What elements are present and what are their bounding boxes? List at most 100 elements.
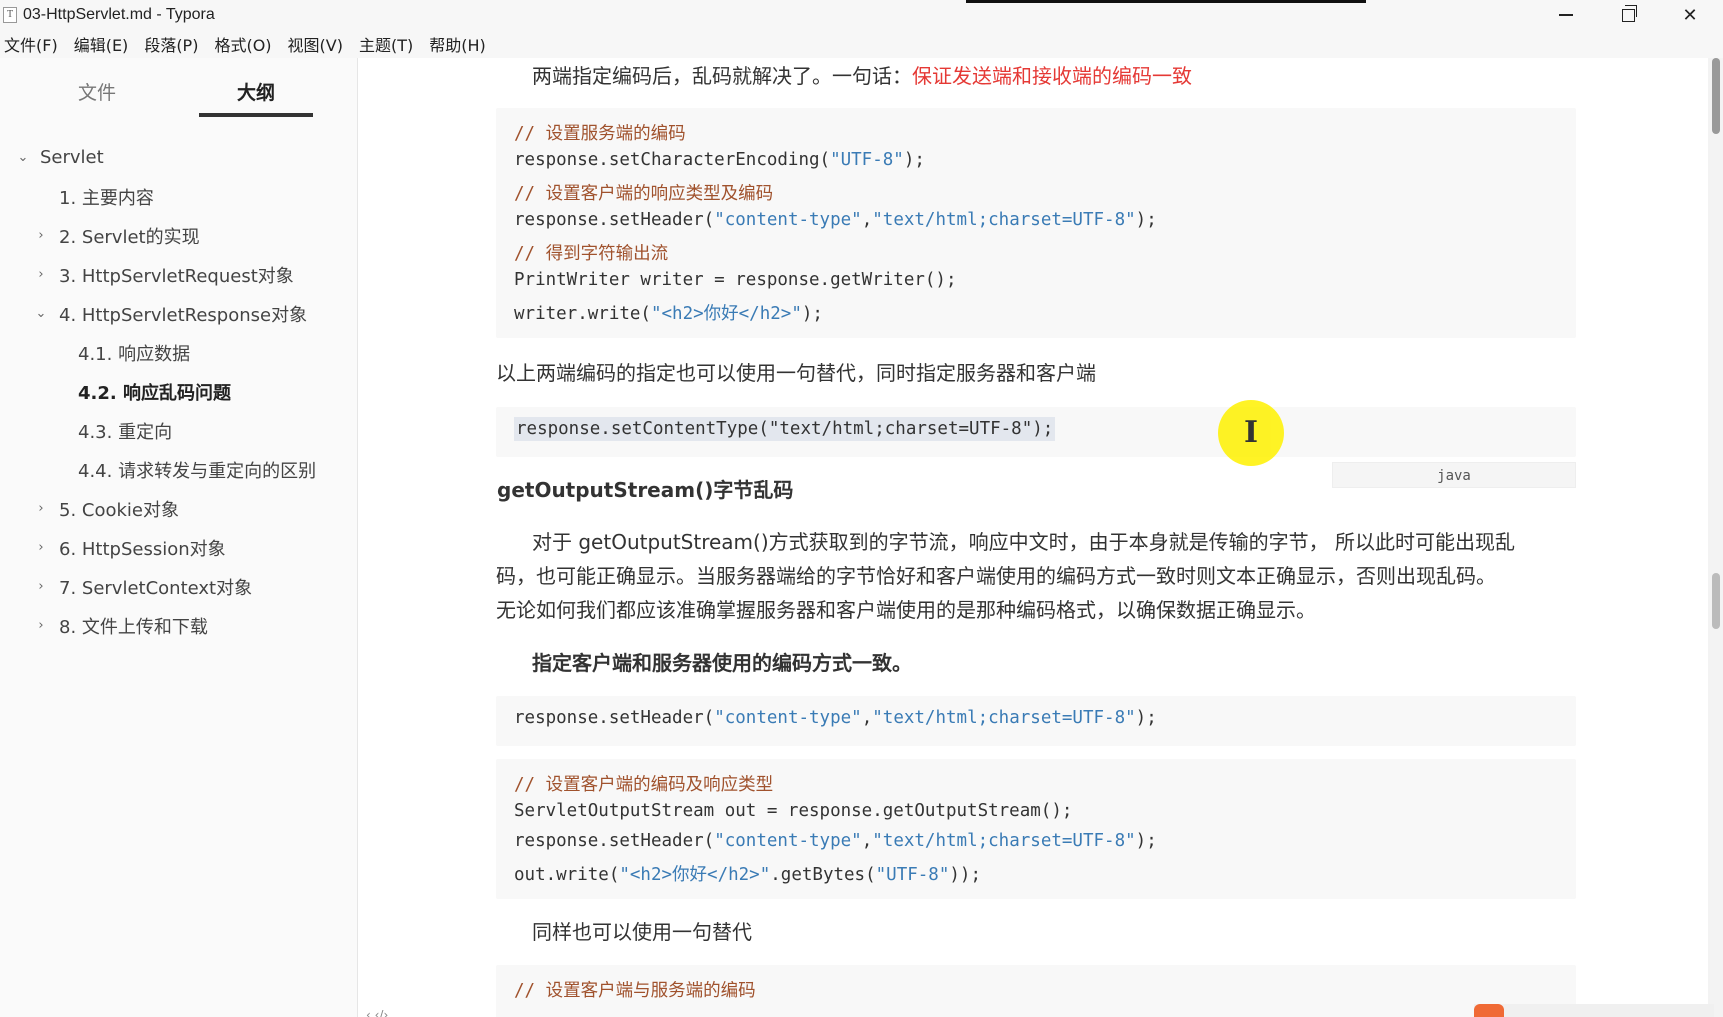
menu-help[interactable]: 帮助(H) (425, 32, 494, 56)
tab-outline[interactable]: 大纲 (237, 78, 275, 105)
outline-item-1[interactable]: 1. 主要内容 (0, 177, 358, 216)
chevron-right-icon[interactable]: › (34, 579, 48, 594)
menu-paragraph[interactable]: 段落(P) (140, 32, 206, 56)
outline-item-4-1[interactable]: 4.1. 响应数据 (0, 333, 358, 372)
code-token: ); (1135, 210, 1157, 230)
outline-item-label: 4.4. 请求转发与重定向的区别 (78, 460, 317, 482)
outline-item-servlet[interactable]: ⌄ Servlet (0, 138, 358, 177)
code-line: out.write("<h2>你好</h2>".getBytes("UTF-8"… (514, 861, 981, 886)
paragraph-same-replacement[interactable]: 同样也可以使用一句替代 (532, 916, 752, 945)
outline-item-5[interactable]: › 5. Cookie对象 (0, 489, 358, 528)
chevron-right-icon[interactable]: › (34, 540, 48, 555)
code-comment: // 设置客户端的编码及响应类型 (514, 775, 774, 795)
code-token: ); (1135, 708, 1157, 728)
outline-item-label: 6. HttpSession对象 (59, 538, 226, 560)
menu-theme[interactable]: 主题(T) (355, 32, 421, 56)
paragraph-text: 两端指定编码后，乱码就解决了。一句话： (532, 64, 912, 88)
close-button[interactable]: ✕ (1660, 0, 1720, 30)
chevron-down-icon[interactable]: ⌄ (34, 306, 48, 321)
chevron-right-icon[interactable]: › (34, 618, 48, 633)
menu-file[interactable]: 文件(F) (0, 32, 66, 56)
outline-item-label: 4.2. 响应乱码问题 (78, 382, 231, 404)
code-token: ); (1135, 831, 1157, 851)
code-string: "content-type" (714, 708, 862, 728)
outline-item-label: 4.1. 响应数据 (78, 343, 191, 365)
chevron-right-icon[interactable]: › (34, 267, 48, 282)
sidebar: 文件 大纲 ⌄ Servlet 1. 主要内容 › 2. Servlet的实现 … (0, 58, 358, 1017)
code-string: "UTF-8" (830, 150, 904, 170)
outline-item-3[interactable]: › 3. HttpServletRequest对象 (0, 255, 358, 294)
restore-button[interactable] (1598, 0, 1658, 30)
code-token: response.setHeader( (514, 210, 715, 230)
status-bar-arrows-icon[interactable]: ‹ ‹/› (366, 1008, 388, 1017)
vertical-scrollbar[interactable] (1708, 58, 1723, 1017)
code-string: "<h2>你好</h2>" (619, 865, 771, 885)
heading-getoutputstream[interactable]: getOutputStream()字节乱码 (497, 474, 793, 503)
paragraph-encoding-summary[interactable]: 两端指定编码后，乱码就解决了。一句话：保证发送端和接收端的编码一致 (532, 60, 1192, 89)
code-line: response.setCharacterEncoding("UTF-8"); (514, 150, 925, 170)
code-block-2[interactable]: response.setContentType("text/html;chars… (496, 407, 1576, 457)
sidebar-tabs: 文件 大纲 (0, 58, 358, 120)
code-token: , (861, 210, 873, 230)
code-string: "text/html;charset=UTF-8" (872, 831, 1136, 851)
code-string: "text/html;charset=UTF-8" (872, 210, 1136, 230)
outline-item-2[interactable]: › 2. Servlet的实现 (0, 216, 358, 255)
code-comment: // 设置客户端与服务端的编码 (514, 981, 756, 1001)
code-line: writer.write("<h2>你好</h2>"); (514, 300, 823, 325)
chevron-right-icon[interactable]: › (34, 501, 48, 516)
text-cursor-icon: I (1243, 415, 1259, 450)
editor-pane[interactable]: 两端指定编码后，乱码就解决了。一句话：保证发送端和接收端的编码一致 // 设置服… (359, 58, 1723, 1017)
code-token: writer.write( (514, 304, 651, 324)
code-line: response.setHeader("content-type","text/… (514, 831, 1157, 851)
menu-format[interactable]: 格式(O) (210, 32, 279, 56)
close-icon: ✕ (1682, 4, 1698, 26)
active-tab-indicator (199, 113, 313, 117)
window-title: 03-HttpServlet.md - Typora (23, 6, 215, 23)
code-token: ); (801, 304, 823, 324)
code-block-5[interactable]: // 设置客户端与服务端的编码 (496, 965, 1576, 1017)
title-bar: T 03-HttpServlet.md - Typora ✕ (0, 0, 1723, 30)
paragraph-single-replacement[interactable]: 以上两端编码的指定也可以使用一句替代，同时指定服务器和客户端 (496, 357, 1096, 386)
title-progress-line (966, 0, 1366, 3)
outline-item-label: 4.3. 重定向 (78, 421, 173, 443)
scrollbar-marker (1712, 573, 1720, 629)
outline-item-label: 4. HttpServletResponse对象 (59, 304, 308, 326)
code-line: response.setContentType("text/html;chars… (514, 417, 1056, 441)
outline-item-label: 1. 主要内容 (59, 187, 154, 209)
outline-item-label: 3. HttpServletRequest对象 (59, 265, 294, 287)
outline-item-label: 5. Cookie对象 (59, 499, 179, 521)
minimize-icon (1559, 14, 1573, 16)
tab-files[interactable]: 文件 (78, 78, 116, 105)
code-token: .getBytes( (770, 865, 876, 885)
minimize-button[interactable] (1536, 0, 1596, 30)
code-language-input[interactable]: java (1332, 462, 1576, 488)
paragraph-line[interactable]: 对于 getOutputStream()方式获取到的字节流，响应中文时，由于本身… (532, 526, 1515, 555)
code-block-4[interactable]: // 设置客户端的编码及响应类型 ServletOutputStream out… (496, 759, 1576, 899)
code-block-1[interactable]: // 设置服务端的编码 response.setCharacterEncodin… (496, 108, 1576, 338)
outline-item-7[interactable]: › 7. ServletContext对象 (0, 567, 358, 606)
paragraph-line[interactable]: 码，也可能正确显示。当服务器端给的字节恰好和客户端使用的编码方式一致时则文本正确… (496, 560, 1496, 589)
outline-item-label: Servlet (40, 147, 104, 168)
code-token: response.setCharacterEncoding( (514, 150, 831, 170)
outline-item-label: 8. 文件上传和下载 (59, 616, 208, 638)
code-string: "<h2>你好</h2>" (650, 304, 802, 324)
outline-item-6[interactable]: › 6. HttpSession对象 (0, 528, 358, 567)
mouse-cursor-highlight: I (1218, 400, 1284, 466)
outline-item-4[interactable]: ⌄ 4. HttpServletResponse对象 (0, 294, 358, 333)
paragraph-line[interactable]: 无论如何我们都应该准确掌握服务器和客户端使用的是那种编码格式，以确保数据正确显示… (496, 594, 1316, 623)
chevron-down-icon[interactable]: ⌄ (16, 150, 30, 165)
menu-view[interactable]: 视图(V) (284, 32, 351, 56)
code-block-3[interactable]: response.setHeader("content-type","text/… (496, 696, 1576, 746)
outline-item-8[interactable]: › 8. 文件上传和下载 (0, 606, 358, 645)
menu-edit[interactable]: 编辑(E) (70, 32, 137, 56)
bold-paragraph[interactable]: 指定客户端和服务器使用的编码方式一致。 (532, 647, 912, 676)
outline-item-4-4[interactable]: 4.4. 请求转发与重定向的区别 (0, 450, 358, 489)
outline-item-4-2[interactable]: 4.2. 响应乱码问题 (0, 372, 358, 411)
code-string: "UTF-8" (875, 865, 950, 885)
code-line: PrintWriter writer = response.getWriter(… (514, 270, 957, 290)
chevron-right-icon[interactable]: › (34, 228, 48, 243)
code-comment: // 得到字符输出流 (514, 244, 669, 264)
scrollbar-thumb[interactable] (1712, 58, 1720, 134)
typora-app-icon: T (3, 7, 17, 23)
outline-item-4-3[interactable]: 4.3. 重定向 (0, 411, 358, 450)
